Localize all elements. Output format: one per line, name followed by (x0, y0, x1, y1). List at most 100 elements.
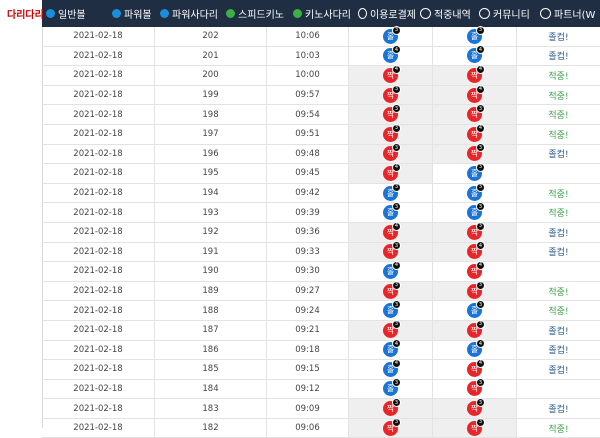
hit-cell: 졸컵! (548, 52, 569, 63)
round-cell: 188 (154, 301, 266, 320)
ladder-count-badge: 3 (476, 182, 485, 192)
result-cell: 짝3 (348, 84, 433, 105)
hit-cell: 적중! (548, 424, 569, 435)
time-cell: 10:03 (266, 46, 348, 66)
table-row: 2021-02-18 191 09:33 짝 3 짝 4 졸컵! (42, 241, 600, 263)
ladder-count-badge: 3 (392, 378, 401, 388)
date-cell: 2021-02-18 (73, 31, 123, 42)
ladder-count-badge: 3 (476, 378, 485, 388)
round-cell: 192 (154, 222, 266, 242)
hit-cell: 졸컵! (548, 32, 569, 43)
time-cell: 09:15 (266, 360, 348, 379)
date-cell: 2021-02-18 (73, 50, 123, 61)
date-cell: 2021-02-18 (73, 364, 123, 375)
time-cell: 09:21 (266, 320, 348, 340)
nav-tab-label: 스피드키노 (238, 10, 284, 21)
ladder-count-badge: 3 (392, 182, 401, 192)
pick-ball: 짝4 (467, 64, 485, 83)
ladder-count-badge: 3 (476, 202, 485, 212)
hit-cell: 적중! (548, 307, 569, 318)
round-cell: 189 (154, 281, 266, 301)
ball-icon (46, 9, 55, 18)
payment-icon (358, 8, 367, 19)
community-icon (479, 8, 490, 19)
keno-ladder-icon (293, 9, 302, 18)
result-ball: 홀3 (383, 25, 401, 44)
date-cell: 2021-02-18 (73, 70, 123, 81)
ladder-count-badge: 3 (476, 221, 485, 231)
round-cell: 190 (154, 262, 266, 281)
hit-cell (517, 164, 600, 183)
round-cell: 182 (154, 418, 266, 438)
nav-tab-2[interactable]: 일반볼 (42, 0, 108, 27)
round-cell: 186 (154, 340, 266, 360)
nav-tab-8[interactable]: 적중내역 (416, 0, 475, 27)
nav-tab-7[interactable]: 이용로결제 (354, 0, 416, 27)
hit-cell: 졸컵! (548, 150, 569, 161)
pick-cell: 홀3 (433, 300, 517, 320)
nav-tab-5[interactable]: 스피드키노 (222, 0, 289, 27)
table-row: 2021-02-18 196 09:48 짝 3 짝 3 졸컵! (42, 143, 600, 165)
ladder-count-badge: 3 (476, 162, 485, 172)
ladder-count-badge: 4 (476, 339, 485, 349)
result-ball: 짝4 (383, 221, 401, 240)
ladder-count-badge: 3 (392, 417, 401, 427)
round-cell: 185 (154, 360, 266, 379)
time-cell: 10:00 (266, 66, 348, 85)
pick-ball: 홀3 (467, 162, 485, 181)
table-row: 2021-02-18 192 09:36 짝 4 짝 3 졸컵! (42, 221, 600, 243)
ladder-count-badge: 3 (392, 84, 401, 94)
ladder-count-badge: 3 (392, 202, 401, 212)
table-row: 2021-02-18 190 09:30 홀 4 짝 4 (42, 260, 600, 282)
pick-cell: 짝4 (433, 260, 517, 281)
hit-cell: 졸컵! (548, 326, 569, 337)
pick-ball: 홀3 (467, 202, 485, 221)
nav-tab-6[interactable]: 키노사다리 (289, 0, 354, 27)
hit-cell (517, 380, 600, 399)
pick-cell: 홀4 (433, 45, 517, 66)
result-cell: 짝3 (348, 319, 433, 340)
round-cell: 184 (154, 379, 266, 399)
date-cell: 2021-02-18 (73, 344, 123, 355)
time-cell: 09:48 (266, 144, 348, 164)
result-ball: 짝4 (383, 162, 401, 181)
nav-tab-label: 적중내역 (434, 10, 471, 21)
ladder-count-badge: 4 (392, 358, 401, 368)
table-row: 2021-02-18 185 09:15 홀 4 짝 4 졸컵! (42, 358, 600, 380)
nav-tab-10[interactable]: 파트너(W (536, 0, 600, 27)
table-row: 2021-02-18 201 10:03 홀 4 홀 4 졸컵! (42, 45, 600, 67)
ladder-count-badge: 3 (476, 104, 485, 114)
date-cell: 2021-02-18 (73, 266, 123, 277)
round-cell: 200 (154, 66, 266, 85)
result-ball: 짝3 (383, 398, 401, 417)
powerball-icon (112, 9, 121, 18)
time-cell: 09:18 (266, 340, 348, 360)
pick-ball: 짝4 (467, 84, 485, 103)
nav-tab-9[interactable]: 커뮤니티 (475, 0, 536, 27)
pick-cell: 홀3 (433, 162, 517, 183)
pick-cell: 짝3 (433, 398, 517, 418)
round-cell: 183 (154, 399, 266, 418)
result-cell: 짝3 (348, 241, 433, 262)
time-cell: 09:54 (266, 105, 348, 124)
pick-ball: 짝3 (467, 280, 485, 299)
nav-tab-3[interactable]: 파워볼 (108, 0, 156, 27)
hit-cell: 졸컵! (548, 365, 569, 376)
date-cell: 2021-02-18 (73, 286, 123, 297)
nav-tab-label: 다리다리 (7, 9, 44, 21)
table-row: 2021-02-18 198 09:54 짝 3 짝 3 적중! (42, 104, 600, 125)
pick-ball: 짝3 (467, 143, 485, 162)
date-cell: 2021-02-18 (73, 168, 123, 179)
result-ball: 짝3 (383, 123, 401, 142)
ladder-count-badge: 4 (392, 64, 401, 74)
table-row: 2021-02-18 188 09:24 홀 3 홀 3 적중! (42, 300, 600, 321)
nav-tab-1[interactable]: 다리다리 (0, 0, 44, 27)
nav-tab-4[interactable]: 파워사다리 (156, 0, 222, 27)
time-cell: 09:27 (266, 281, 348, 301)
result-ball: 홀3 (383, 300, 401, 319)
ladder-count-badge: 3 (476, 417, 485, 427)
power-ladder-icon (160, 9, 169, 18)
time-cell: 09:36 (266, 222, 348, 242)
result-ball: 짝3 (383, 319, 401, 338)
nav-tab-label: 커뮤니티 (493, 10, 530, 21)
